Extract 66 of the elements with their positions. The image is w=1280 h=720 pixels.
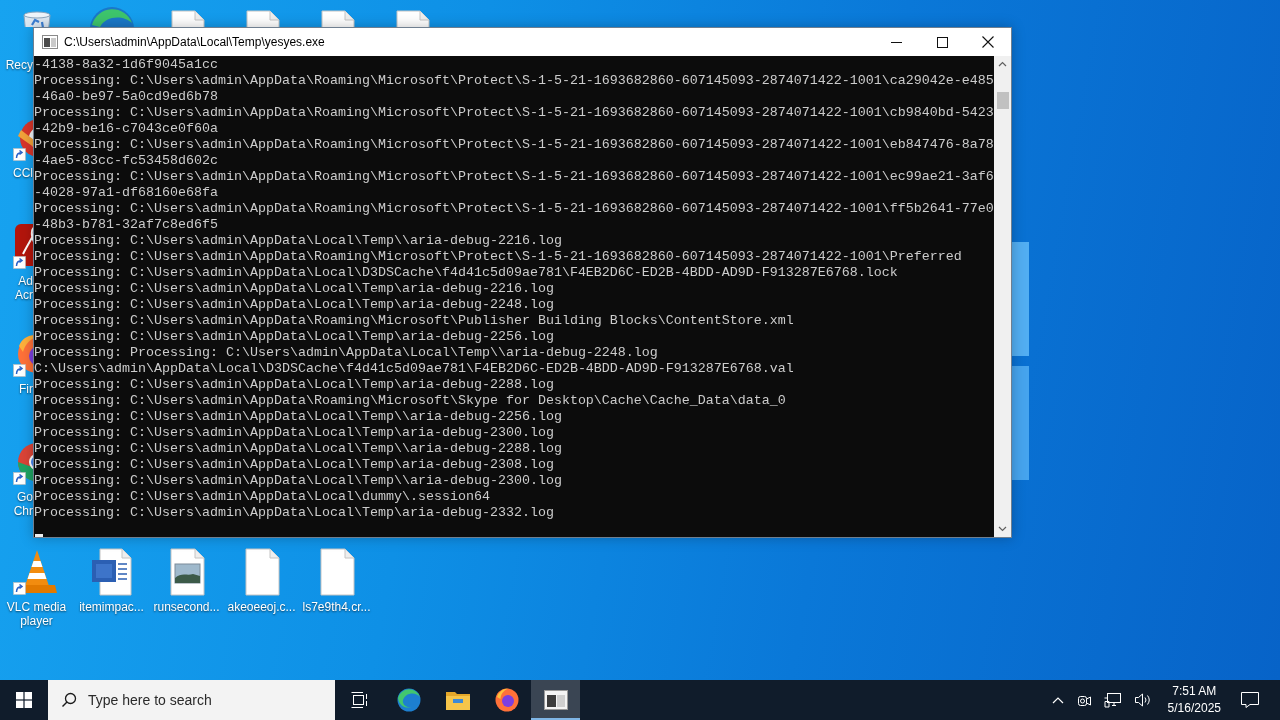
windows-logo-icon[interactable] <box>16 692 32 708</box>
console-line: Processing: Processing: C:\Users\admin\AppData\Local\Temp\\aria-debug-2248.log <box>34 345 659 361</box>
browser-icon[interactable] <box>396 688 421 712</box>
search-field[interactable]: Type here to search <box>48 680 335 720</box>
taskbar-app-button[interactable] <box>531 680 580 720</box>
console-line: Processing: C:\Users\admin\AppData\Roaming\Microsoft\Protect\S-1-5-21-1693682860-607145093-2874071422-1001\ca29042e-e485 <box>34 73 994 89</box>
notification-icon[interactable] <box>1241 692 1259 708</box>
app-shortcut-icon[interactable] <box>13 224 33 270</box>
console-line: Processing: C:\Users\admin\AppData\Roaming\Microsoft\Protect\S-1-5-21-1693682860-607145093-2874071422-1001\Preferred <box>34 249 963 265</box>
console-line: Processing: C:\Users\admin\AppData\Local\Temp\aria-debug-2288.log <box>34 377 555 393</box>
console-line: Processing: C:\Users\admin\AppData\Local\Temp\aria-debug-2248.log <box>34 297 555 313</box>
close-icon[interactable] <box>982 36 994 48</box>
console-line: Processing: C:\Users\admin\AppData\Local\Temp\\aria-debug-2288.log <box>34 441 563 457</box>
console-line: Processing: C:\Users\admin\AppData\Local\D3DSCache\f4d41c5d09ae781\F4EB2D6C-ED2B-4BDD-AD9D-F913287E6768.lock <box>34 265 899 281</box>
minimize-icon[interactable] <box>890 41 902 43</box>
console-line: -42b9-be16-c7043ce0f60a <box>34 121 219 137</box>
icon-label: Fir <box>19 382 33 396</box>
scrollbar-track[interactable] <box>994 56 1011 537</box>
console-line: -4138-8a32-1d6f9045a1cc <box>34 57 219 73</box>
icon-label: runsecond... <box>153 600 220 614</box>
console-line: Processing: C:\Users\admin\AppData\Local\Temp\aria-debug-2300.log <box>34 425 555 441</box>
console-line: -4028-97a1-df68160e68fa <box>34 185 219 201</box>
console-line: Processing: C:\Users\admin\AppData\Local\Temp\aria-debug-2332.log <box>34 505 555 521</box>
folder-icon[interactable] <box>445 690 470 710</box>
console-line: Processing: C:\Users\admin\AppData\Local\Temp\\aria-debug-2256.log <box>34 409 563 425</box>
console-line: Processing: C:\Users\admin\AppData\Local\Temp\aria-debug-2308.log <box>34 457 555 473</box>
file-icon[interactable] <box>246 10 280 27</box>
maximize-icon[interactable] <box>936 36 948 48</box>
search-icon[interactable] <box>61 692 77 708</box>
scrollbar-thumb[interactable] <box>996 92 1009 109</box>
icon-label: Recy <box>5 58 33 72</box>
icon-label: VLC media player <box>5 600 68 628</box>
console-window-icon[interactable] <box>543 690 568 710</box>
console-line: Processing: C:\Users\admin\AppData\Roaming\Microsoft\Protect\S-1-5-21-1693682860-607145093-2874071422-1001\ff5b2641-77e0 <box>34 201 994 217</box>
icon-label: Go Chr <box>12 490 33 518</box>
console-line: Processing: C:\Users\admin\AppData\Roaming\Microsoft\Protect\S-1-5-21-1693682860-607145093-2874071422-1001\cb9840bd-5423 <box>34 105 994 121</box>
task-view-icon[interactable] <box>350 692 369 708</box>
console-line: -4ae5-83cc-fc53458d602c <box>34 153 219 169</box>
file-icon[interactable] <box>396 10 430 27</box>
browser-icon[interactable] <box>494 688 519 712</box>
console-line: Processing: C:\Users\admin\AppData\Roaming\Microsoft\Protect\S-1-5-21-1693682860-607145093-2874071422-1001\eb847476-8a78 <box>34 137 994 153</box>
console-line: -48b3-b781-32af7c8ed6f5 <box>34 217 219 233</box>
clock-time[interactable]: 7:51 AM <box>1172 683 1217 700</box>
icon-label: itemimpac... <box>79 600 144 614</box>
icon-label: CCl <box>13 166 33 180</box>
console-line: Processing: C:\Users\admin\AppData\Roaming\Microsoft\Protect\S-1-5-21-1693682860-607145093-2874071422-1001\ec99ae21-3af6 <box>34 169 994 185</box>
console-line: -46a0-be97-5a0cd9ed6b78 <box>34 89 219 105</box>
console-line: Processing: C:\Users\admin\AppData\Local\Temp\\aria-debug-2300.log <box>34 473 563 489</box>
console-window-icon <box>42 34 58 50</box>
console-line: C:\Users\admin\AppData\Local\D3DSCache\f4d41c5d09ae781\F4EB2D6C-ED2B-4BDD-AD9D-F913287E6768.val <box>34 361 795 377</box>
clock-date[interactable]: 5/16/2025 <box>1167 700 1221 717</box>
console-line: Processing: C:\Users\admin\AppData\Local\dummy\.session64 <box>34 489 491 505</box>
icon-label: akeoeeoj.c... <box>227 600 296 614</box>
console-line: Processing: C:\Users\admin\AppData\Roaming\Microsoft\Publisher Building Blocks\ContentStore.xml <box>34 313 795 329</box>
console-line: Processing: C:\Users\admin\AppData\Local\Temp\aria-debug-2216.log <box>34 281 555 297</box>
network-icon[interactable] <box>1103 692 1122 708</box>
volume-icon[interactable] <box>1133 692 1152 708</box>
console-line: Processing: C:\Users\admin\AppData\Local\Temp\\aria-debug-2216.log <box>34 233 563 249</box>
icon-label: Ad Acr <box>14 274 33 302</box>
icon-label: ls7e9th4.cr... <box>302 600 371 614</box>
console-line: Processing: C:\Users\admin\AppData\Local\Temp\aria-debug-2256.log <box>34 329 555 345</box>
file-icon[interactable] <box>321 10 355 27</box>
window-title: C:\Users\admin\AppData\Local\Temp\yesyes.exe <box>64 35 325 49</box>
file-icon[interactable] <box>171 10 205 27</box>
chevron-up-icon[interactable] <box>1051 696 1064 704</box>
console-line: Processing: C:\Users\admin\AppData\Roaming\Microsoft\Skype for Desktop\Cache\Cache_Data\data_0 <box>34 393 787 409</box>
